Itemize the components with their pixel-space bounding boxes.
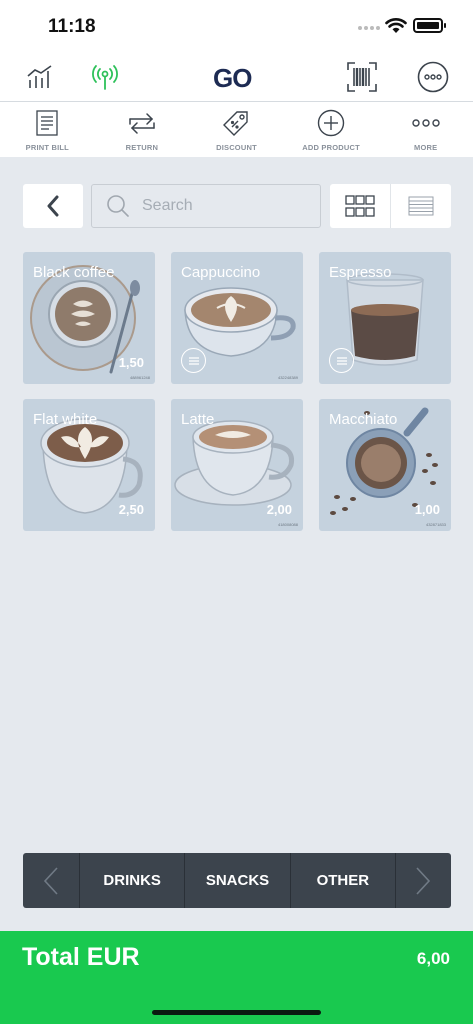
- product-code: 432871833: [425, 522, 446, 527]
- total-label: Total EUR: [22, 943, 140, 971]
- print-bill-button[interactable]: PRINT BILL: [0, 102, 95, 157]
- receipt-icon: [35, 108, 59, 138]
- return-button[interactable]: RETURN: [95, 102, 190, 157]
- chevron-left-icon: [47, 195, 59, 217]
- product-card-cappuccino[interactable]: Cappuccino 432248389: [171, 252, 303, 384]
- grid-view-button[interactable]: [330, 184, 391, 228]
- category-snacks[interactable]: SNACKS: [184, 853, 289, 908]
- variants-menu-icon[interactable]: [181, 348, 206, 373]
- variants-menu-icon[interactable]: [329, 348, 354, 373]
- product-price: 1,50: [118, 355, 144, 370]
- category-other[interactable]: OTHER: [289, 853, 395, 908]
- product-card-latte[interactable]: Latte 2,00 418008088: [171, 399, 303, 531]
- total-value: 6,00: [416, 949, 450, 968]
- product-price: 2,00: [266, 502, 292, 517]
- more-dots-icon: [411, 108, 440, 138]
- return-label: RETURN: [125, 143, 159, 152]
- product-code: 432248389: [277, 375, 298, 380]
- discount-button[interactable]: DISCOUNT: [189, 102, 284, 157]
- more-options-icon[interactable]: [416, 60, 450, 94]
- category-next-button[interactable]: [394, 853, 451, 908]
- nav-bar: GO: [0, 52, 473, 102]
- product-price: 1,00: [414, 502, 440, 517]
- product-name: Latte: [181, 411, 215, 428]
- barcode-scanner-icon[interactable]: [345, 60, 379, 94]
- back-button[interactable]: [23, 184, 83, 228]
- chevron-left-icon: [43, 866, 58, 895]
- cellular-signal-icon: [358, 26, 380, 30]
- chart-icon[interactable]: [23, 60, 57, 94]
- product-name: Flat white: [33, 411, 98, 428]
- go-logo: GO: [213, 63, 252, 93]
- more-label: MORE: [414, 143, 438, 152]
- search-input[interactable]: [142, 197, 302, 215]
- grid-view-icon: [345, 195, 375, 217]
- action-toolbar: PRINT BILL RETURN DISCOUNT ADD PRODUCT M…: [0, 102, 473, 157]
- search-icon: [107, 195, 129, 217]
- product-card-espresso[interactable]: Espresso: [319, 252, 451, 384]
- more-button[interactable]: MORE: [378, 102, 473, 157]
- list-view-icon: [408, 196, 434, 216]
- wifi-icon: [385, 18, 407, 33]
- add-product-button[interactable]: ADD PRODUCT: [284, 102, 379, 157]
- status-time: 11:18: [48, 16, 96, 37]
- add-product-label: ADD PRODUCT: [302, 143, 360, 152]
- product-card-macchiato[interactable]: Macchiato 1,00 432871833: [319, 399, 451, 531]
- product-code: 488961248: [129, 375, 150, 380]
- tag-icon: [221, 108, 251, 138]
- product-card-black-coffee[interactable]: Black coffee 1,50 488961248: [23, 252, 155, 384]
- discount-label: DISCOUNT: [216, 143, 257, 152]
- product-name: Black coffee: [33, 264, 115, 281]
- plus-circle-icon: [317, 108, 345, 138]
- battery-icon: [413, 18, 446, 33]
- list-view-button[interactable]: [391, 184, 451, 228]
- product-name: Cappuccino: [181, 264, 261, 281]
- chevron-right-icon: [416, 866, 431, 895]
- print-bill-label: PRINT BILL: [25, 143, 69, 152]
- category-drinks[interactable]: DRINKS: [79, 853, 184, 908]
- product-card-flat-white[interactable]: Flat white 2,50: [23, 399, 155, 531]
- search-field: [91, 184, 321, 228]
- view-toggle: [330, 184, 451, 228]
- product-code: 418008088: [277, 522, 298, 527]
- product-grid: Black coffee 1,50 488961248 Cappuccino 4…: [23, 252, 451, 531]
- category-prev-button[interactable]: [23, 853, 79, 908]
- antenna-icon[interactable]: [88, 60, 122, 94]
- product-name: Macchiato: [329, 411, 398, 428]
- status-bar: 11:18: [0, 0, 473, 52]
- product-name: Espresso: [329, 264, 392, 281]
- home-indicator: [152, 1010, 321, 1015]
- product-price: 2,50: [118, 502, 144, 517]
- category-bar: DRINKS SNACKS OTHER: [23, 853, 451, 908]
- return-arrows-icon: [127, 108, 157, 138]
